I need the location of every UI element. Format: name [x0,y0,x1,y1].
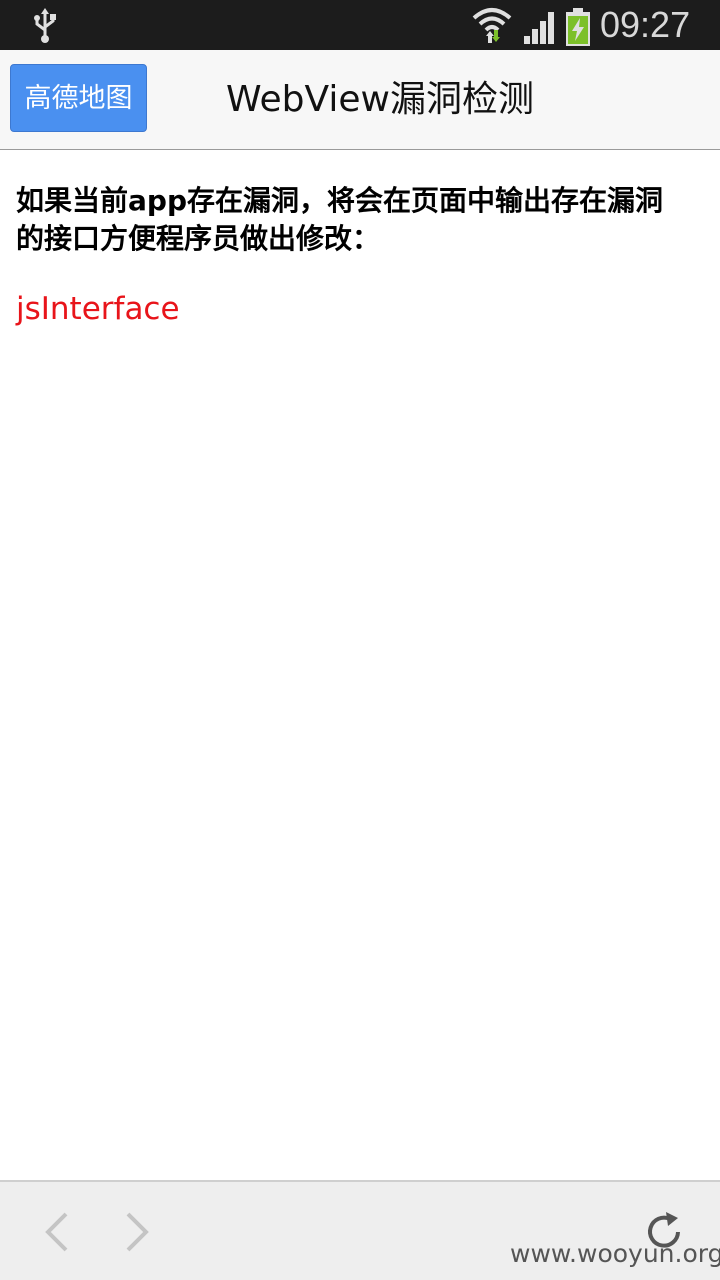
watermark: www.wooyun.org [510,1239,720,1268]
bottom-toolbar: www.wooyun.org [0,1180,720,1280]
status-clock: 09:27 [600,4,691,45]
wifi-icon [472,8,512,43]
webview-content: 如果当前app存在漏洞，将会在页面中输出存在漏洞的接口方便程序员做出修改： js… [0,150,720,1180]
status-bar: 09:27 [0,0,720,50]
back-arrow-icon[interactable] [36,1208,76,1256]
intro-text: 如果当前app存在漏洞，将会在页面中输出存在漏洞的接口方便程序员做出修改： [16,184,663,255]
phone-screen: 09:27 高德地图 WebView漏洞检测 如果当前app存在漏洞，将会在页面… [0,0,720,1280]
signal-icon [524,12,554,44]
battery-charging-icon [566,8,590,46]
amap-button[interactable]: 高德地图 [10,64,147,132]
title-bar: 高德地图 WebView漏洞检测 [0,50,720,150]
page-title: WebView漏洞检测 [226,79,534,120]
vulnerable-interface-item: jsInterface [16,291,180,327]
forward-arrow-icon[interactable] [118,1208,158,1256]
usb-icon [34,8,56,43]
